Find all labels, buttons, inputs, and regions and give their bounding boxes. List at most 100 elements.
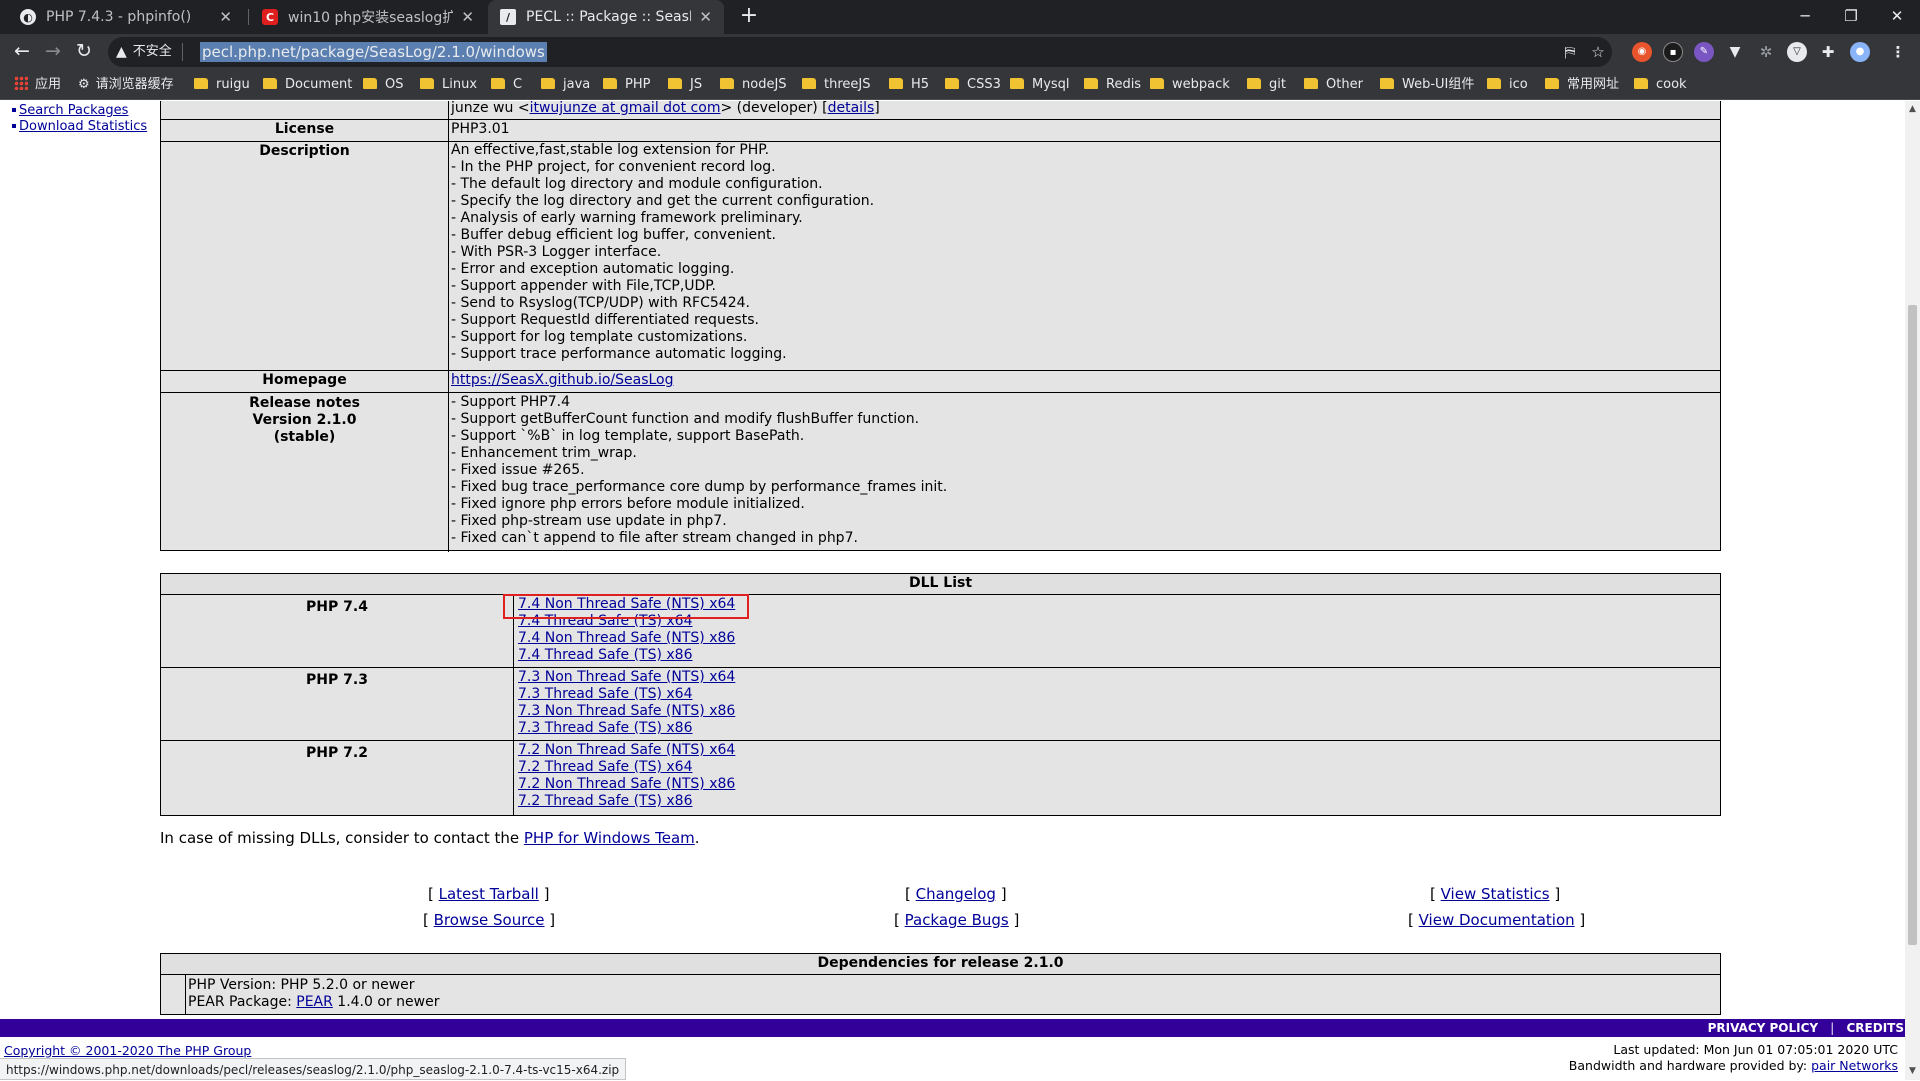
close-tab-icon[interactable]: ✕ [219,8,232,26]
search-packages-link[interactable]: Search Packages [19,103,128,118]
bookmark-apps[interactable]: 应用 [14,70,61,100]
back-button[interactable]: ← [8,38,36,66]
color-picker-extension-icon[interactable]: ✎ [1694,42,1714,62]
package-bugs-link[interactable]: Package Bugs [905,911,1009,929]
profile-avatar[interactable]: ● [1850,42,1870,62]
extension-1-icon[interactable]: ◉ [1632,42,1652,62]
footer-separator: | [1830,1021,1835,1035]
bookmark-folder[interactable]: PHP [603,70,650,100]
license-row: License PHP3.01 [161,119,1720,141]
bookmark-folder[interactable]: Other [1304,70,1363,100]
dll-download-link[interactable]: 7.3 Non Thread Safe (NTS) x64 [518,669,735,685]
bookmark-folder[interactable]: Redis [1084,70,1141,100]
dll-download-link[interactable]: 7.4 Thread Safe (TS) x86 [518,647,693,663]
new-tab-button[interactable]: + [736,4,762,30]
url-text[interactable]: pecl.php.net/package/SeasLog/2.1.0/windo… [200,42,547,62]
extension-2-icon[interactable]: ▪ [1663,42,1683,62]
description-line: - Error and exception automatic logging. [451,261,735,277]
folder-icon [1247,78,1261,89]
restore-button[interactable]: ❐ [1828,0,1874,34]
scrollbar-thumb[interactable] [1908,305,1917,945]
bookmark-folder[interactable]: C [491,70,522,100]
security-indicator[interactable]: ▲ 不安全 [116,37,183,67]
bookmark-folder[interactable]: nodeJS [720,70,787,100]
copyright: Copyright © 2001-2020 The PHP Group [4,1043,251,1058]
bookmark-star-icon[interactable]: ☆ [1588,42,1608,62]
minimize-button[interactable]: ─ [1782,0,1828,34]
scroll-down-arrow-icon[interactable]: ▼ [1907,1066,1918,1077]
release-note-line: - Enhancement trim_wrap. [451,445,637,461]
bookmark-folder[interactable]: java [541,70,590,100]
translate-icon[interactable]: ⛿ [1560,42,1580,62]
pear-link[interactable]: PEAR [296,994,333,1010]
copyright-link[interactable]: Copyright © 2001-2020 The PHP Group [4,1043,251,1058]
bookmark-folder[interactable]: Web-UI组件 [1380,70,1474,100]
bandwidth-label: Bandwidth and hardware provided by: [1568,1058,1812,1073]
extensions-puzzle-icon[interactable]: ✚ [1818,42,1838,62]
dll-links-php73: 7.3 Non Thread Safe (NTS) x64 7.3 Thread … [513,668,735,740]
address-bar[interactable]: ▲ 不安全 pecl.php.net/package/SeasLog/2.1.0… [108,37,1612,67]
bookmark-folder[interactable]: OS [363,70,403,100]
bookmark-label: git [1269,77,1286,92]
bandwidth-credit: Bandwidth and hardware provided by: pair… [1569,1058,1898,1074]
dll-download-link[interactable]: 7.2 Non Thread Safe (NTS) x86 [518,776,735,792]
bookmark-folder[interactable]: webpack [1150,70,1230,100]
release-note-line: - Fixed bug trace_performance core dump … [451,479,948,495]
credits-link[interactable]: CREDITS [1847,1021,1905,1035]
tab-phpinfo[interactable]: ◐ PHP 7.4.3 - phpinfo() ✕ [8,0,244,34]
close-tab-icon[interactable]: ✕ [699,8,712,26]
bookmark-folder[interactable]: JS [668,70,702,100]
bookmark-folder[interactable]: ico [1487,70,1528,100]
dll-group-php74: PHP 7.4 7.4 Non Thread Safe (NTS) x64 7.4… [161,594,1720,667]
scroll-up-arrow-icon[interactable]: ▲ [1907,104,1918,115]
bookmark-label: Web-UI组件 [1402,77,1475,92]
browse-source-link[interactable]: Browse Source [434,911,545,929]
dll-download-link[interactable]: 7.4 Non Thread Safe (NTS) x86 [518,630,735,646]
settings-extension-icon[interactable]: ✲ [1756,42,1776,62]
homepage-link[interactable]: https://SeasX.github.io/SeasLog [451,372,674,388]
download-statistics-link[interactable]: Download Statistics [19,119,147,134]
php-for-windows-team-link[interactable]: PHP for Windows Team [524,829,695,847]
bookmark-folder[interactable]: H5 [889,70,929,100]
dll-download-link[interactable]: 7.3 Thread Safe (TS) x86 [518,720,693,736]
tab-strip: ◐ PHP 7.4.3 - phpinfo() ✕ C win10 php安装s… [0,0,1920,34]
bookmark-folder[interactable]: threeJS [802,70,870,100]
bookmark-folder[interactable]: CSS3 [945,70,1001,100]
privacy-policy-link[interactable]: PRIVACY POLICY [1708,1021,1819,1035]
bookmark-folder[interactable]: ruigu [194,70,250,100]
bookmark-folder[interactable]: Linux [420,70,477,100]
view-documentation-link[interactable]: View Documentation [1419,911,1575,929]
tab-seaslog-blog[interactable]: C win10 php安装seaslog扩展_wi ✕ [250,0,486,34]
dependencies-list: PHP Version: PHP 5.2.0 or newer PEAR Pac… [185,975,439,1015]
latest-tarball-link[interactable]: Latest Tarball [439,885,539,903]
bookmark-folder[interactable]: cook [1634,70,1687,100]
reload-button[interactable]: ↻ [70,38,98,66]
view-statistics-link[interactable]: View Statistics [1441,885,1550,903]
dll-download-link[interactable]: 7.2 Thread Safe (TS) x86 [518,793,693,809]
maintainer-entry: junze wu <itwujunze at gmail dot com> (d… [451,101,880,117]
forward-button[interactable]: → [39,38,67,66]
bookmark-folder[interactable]: Document [263,70,352,100]
bookmark-label: 常用网址 [1567,77,1620,92]
maintainer-details-link[interactable]: details [828,101,875,116]
bookmark-folder[interactable]: Mysql [1010,70,1070,100]
bookmark-folder[interactable]: 常用网址 [1545,70,1619,100]
tab-separator [248,9,249,25]
pair-networks-link[interactable]: pair Networks [1811,1058,1898,1073]
dll-download-link[interactable]: 7.2 Thread Safe (TS) x64 [518,759,693,775]
sidebar-item: Search Packages [12,103,147,119]
close-window-button[interactable]: ✕ [1874,0,1920,34]
maintainer-email-link[interactable]: itwujunze at gmail dot com [530,101,721,116]
bookmark-cache[interactable]: ⚙ 请浏览器缓存 [78,70,174,100]
extension-3-icon[interactable]: ▽ [1787,42,1807,62]
release-notes-label: Release notes Version 2.1.0 (stable) [161,393,448,446]
changelog-link[interactable]: Changelog [916,885,996,903]
tab-pecl-seaslog[interactable]: / PECL :: Package :: SeasLog 2.1.( ✕ [488,0,724,34]
vue-devtools-icon[interactable]: ▼ [1725,42,1745,62]
dll-download-link[interactable]: 7.3 Thread Safe (TS) x64 [518,686,693,702]
close-tab-icon[interactable]: ✕ [461,8,474,26]
browser-menu-icon[interactable]: ⋮ [1888,42,1908,62]
dll-download-link[interactable]: 7.3 Non Thread Safe (NTS) x86 [518,703,735,719]
bookmark-folder[interactable]: git [1247,70,1286,100]
dll-download-link[interactable]: 7.2 Non Thread Safe (NTS) x64 [518,742,735,758]
